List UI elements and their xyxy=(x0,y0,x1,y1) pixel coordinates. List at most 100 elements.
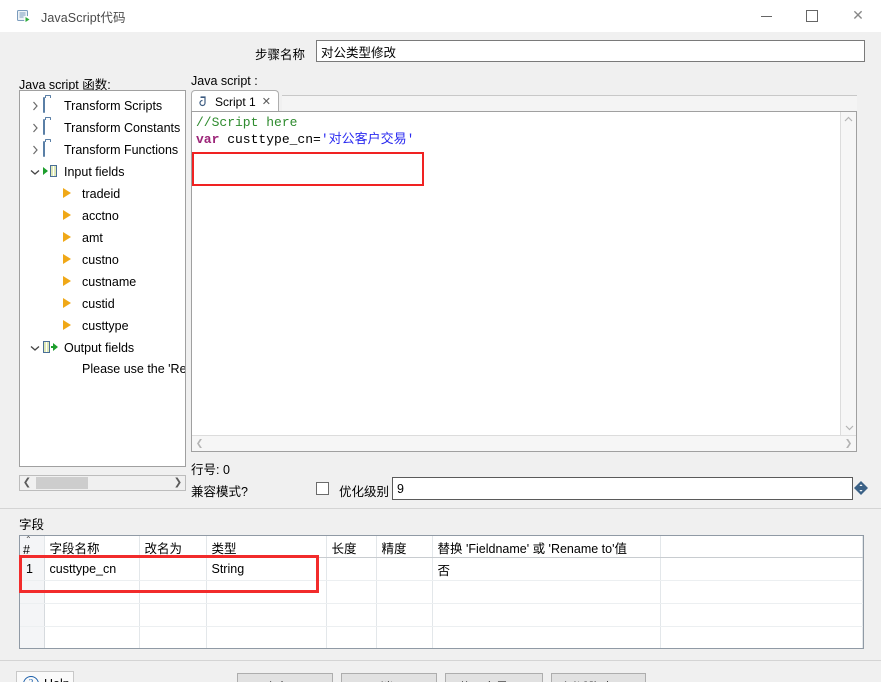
help-button[interactable]: ? Help xyxy=(16,671,74,682)
cell-type[interactable] xyxy=(206,580,327,604)
tree-horizontal-scrollbar[interactable]: ❮ ❯ xyxy=(19,475,186,491)
help-label: Help xyxy=(44,677,70,682)
tree-item-label: custno xyxy=(82,253,119,267)
tree-item-tradeid[interactable]: tradeid xyxy=(20,183,185,205)
cell-extra[interactable] xyxy=(660,557,863,581)
chevron-right-icon[interactable] xyxy=(27,101,43,111)
minimize-icon[interactable] xyxy=(743,0,789,32)
script-tab-icon xyxy=(198,95,211,109)
tree-item-transform-constants[interactable]: Transform Constants xyxy=(20,117,185,139)
column-header-precision[interactable]: 精度 xyxy=(376,536,433,558)
tree-item-acctno[interactable]: acctno xyxy=(20,205,185,227)
cell-type[interactable] xyxy=(206,626,327,648)
editor-horizontal-scrollbar[interactable]: ❮ ❯ xyxy=(192,435,856,451)
tab-close-icon[interactable]: ✕ xyxy=(262,95,271,108)
tree-item-input-fields[interactable]: Input fields xyxy=(20,161,185,183)
cell-fieldname[interactable] xyxy=(44,626,140,648)
tree-item-label: amt xyxy=(82,231,103,245)
column-header-fieldname[interactable]: 字段名称 xyxy=(44,536,140,558)
code-string-literal: '对公客户交易' xyxy=(320,132,415,147)
test-script-button[interactable]: 测试脚本 (T) xyxy=(551,673,646,682)
chevron-down-icon[interactable] xyxy=(27,169,43,176)
cell-length[interactable] xyxy=(326,626,377,648)
tab-script-1[interactable]: Script 1 ✕ xyxy=(191,90,279,112)
cell-replace[interactable] xyxy=(432,603,661,627)
cell-precision[interactable] xyxy=(376,580,433,604)
scroll-down-icon[interactable] xyxy=(841,421,856,435)
cell-fieldname[interactable]: custtype_cn xyxy=(44,557,140,581)
scroll-up-icon[interactable] xyxy=(841,116,856,130)
tree-item-custname[interactable]: custname xyxy=(20,271,185,293)
column-header-extra[interactable] xyxy=(660,536,863,558)
cell-length[interactable] xyxy=(326,603,377,627)
tree-item-label: tradeid xyxy=(82,187,121,201)
cell-precision[interactable] xyxy=(376,603,433,627)
section-divider xyxy=(0,508,881,509)
close-icon[interactable]: ✕ xyxy=(835,0,881,32)
tree-item-custid[interactable]: custid xyxy=(20,293,185,315)
column-header-type[interactable]: 类型 xyxy=(206,536,327,558)
cell-length[interactable] xyxy=(326,580,377,604)
cell-num xyxy=(20,626,45,648)
cell-precision[interactable] xyxy=(376,557,433,581)
cell-renameto[interactable] xyxy=(139,557,207,581)
cell-fieldname[interactable] xyxy=(44,603,140,627)
tree-item-transform-scripts[interactable]: Transform Scripts xyxy=(20,95,185,117)
scroll-left-icon[interactable]: ❮ xyxy=(20,478,34,488)
table-row[interactable] xyxy=(20,580,863,604)
cell-extra[interactable] xyxy=(660,580,863,604)
column-header-replace[interactable]: 替换 'Fieldname' 或 'Rename to'值 xyxy=(432,536,661,558)
table-row[interactable]: 1 custtype_cn String 否 xyxy=(20,557,863,581)
cancel-button[interactable]: 取消(C) xyxy=(341,673,437,682)
tree-item-custtype[interactable]: custtype xyxy=(20,315,185,337)
line-number-label: 行号: 0 xyxy=(191,463,230,477)
chevron-right-icon[interactable] xyxy=(27,145,43,155)
footer-divider xyxy=(0,660,881,661)
compat-mode-checkbox[interactable] xyxy=(316,482,329,495)
tree-item-label: Output fields xyxy=(64,341,135,355)
cell-replace[interactable] xyxy=(432,580,661,604)
tree-item-amt[interactable]: amt xyxy=(20,227,185,249)
cell-extra[interactable] xyxy=(660,603,863,627)
table-row[interactable] xyxy=(20,626,863,648)
optimization-level-input[interactable] xyxy=(392,477,853,500)
column-header-renameto[interactable]: 改名为 xyxy=(139,536,207,558)
optimization-level-label: 优化级别 xyxy=(339,485,390,499)
column-header-num[interactable]: ⌃ # xyxy=(20,536,45,558)
spinner-icon[interactable] xyxy=(853,480,869,496)
cell-fieldname[interactable] xyxy=(44,580,140,604)
editor-vertical-scrollbar[interactable] xyxy=(840,112,856,435)
fields-table: ⌃ # 字段名称 改名为 类型 长度 精度 替换 'Fieldname' 或 '… xyxy=(20,536,863,648)
cell-length[interactable] xyxy=(326,557,377,581)
scroll-left-icon[interactable]: ❮ xyxy=(192,439,207,449)
tree-item-output-fields[interactable]: Output fields xyxy=(20,337,185,359)
scroll-right-icon[interactable]: ❯ xyxy=(841,439,856,449)
chevron-down-icon[interactable] xyxy=(27,345,43,352)
chevron-right-icon[interactable] xyxy=(27,123,43,133)
tree-item-custno[interactable]: custno xyxy=(20,249,185,271)
get-variables-button[interactable]: 获取变量 (G) xyxy=(445,673,543,682)
scroll-right-icon[interactable]: ❯ xyxy=(171,478,185,488)
cell-replace[interactable] xyxy=(432,626,661,648)
table-row[interactable] xyxy=(20,603,863,627)
maximize-icon[interactable] xyxy=(789,0,835,32)
cell-renameto[interactable] xyxy=(139,580,207,604)
ok-button[interactable]: 确定(O) xyxy=(237,673,333,682)
cell-num: 1 xyxy=(20,557,45,581)
step-name-input[interactable] xyxy=(316,40,865,62)
cell-replace[interactable]: 否 xyxy=(432,557,661,581)
cell-extra[interactable] xyxy=(660,626,863,648)
column-header-length[interactable]: 长度 xyxy=(326,536,377,558)
tree-item-label: Transform Constants xyxy=(64,121,181,135)
cell-type[interactable] xyxy=(206,603,327,627)
cell-type[interactable]: String xyxy=(206,557,327,581)
fields-section-label: 字段 xyxy=(19,518,45,532)
cell-renameto[interactable] xyxy=(139,626,207,648)
fields-table-container[interactable]: ⌃ # 字段名称 改名为 类型 长度 精度 替换 'Fieldname' 或 '… xyxy=(19,535,864,649)
script-code-area[interactable]: //Script here var custtype_cn='对公客户交易' xyxy=(192,112,840,435)
script-editor[interactable]: //Script here var custtype_cn='对公客户交易' ❮… xyxy=(191,111,857,452)
cell-precision[interactable] xyxy=(376,626,433,648)
scrollbar-thumb[interactable] xyxy=(36,477,88,489)
cell-renameto[interactable] xyxy=(139,603,207,627)
tree-item-transform-functions[interactable]: Transform Functions xyxy=(20,139,185,161)
